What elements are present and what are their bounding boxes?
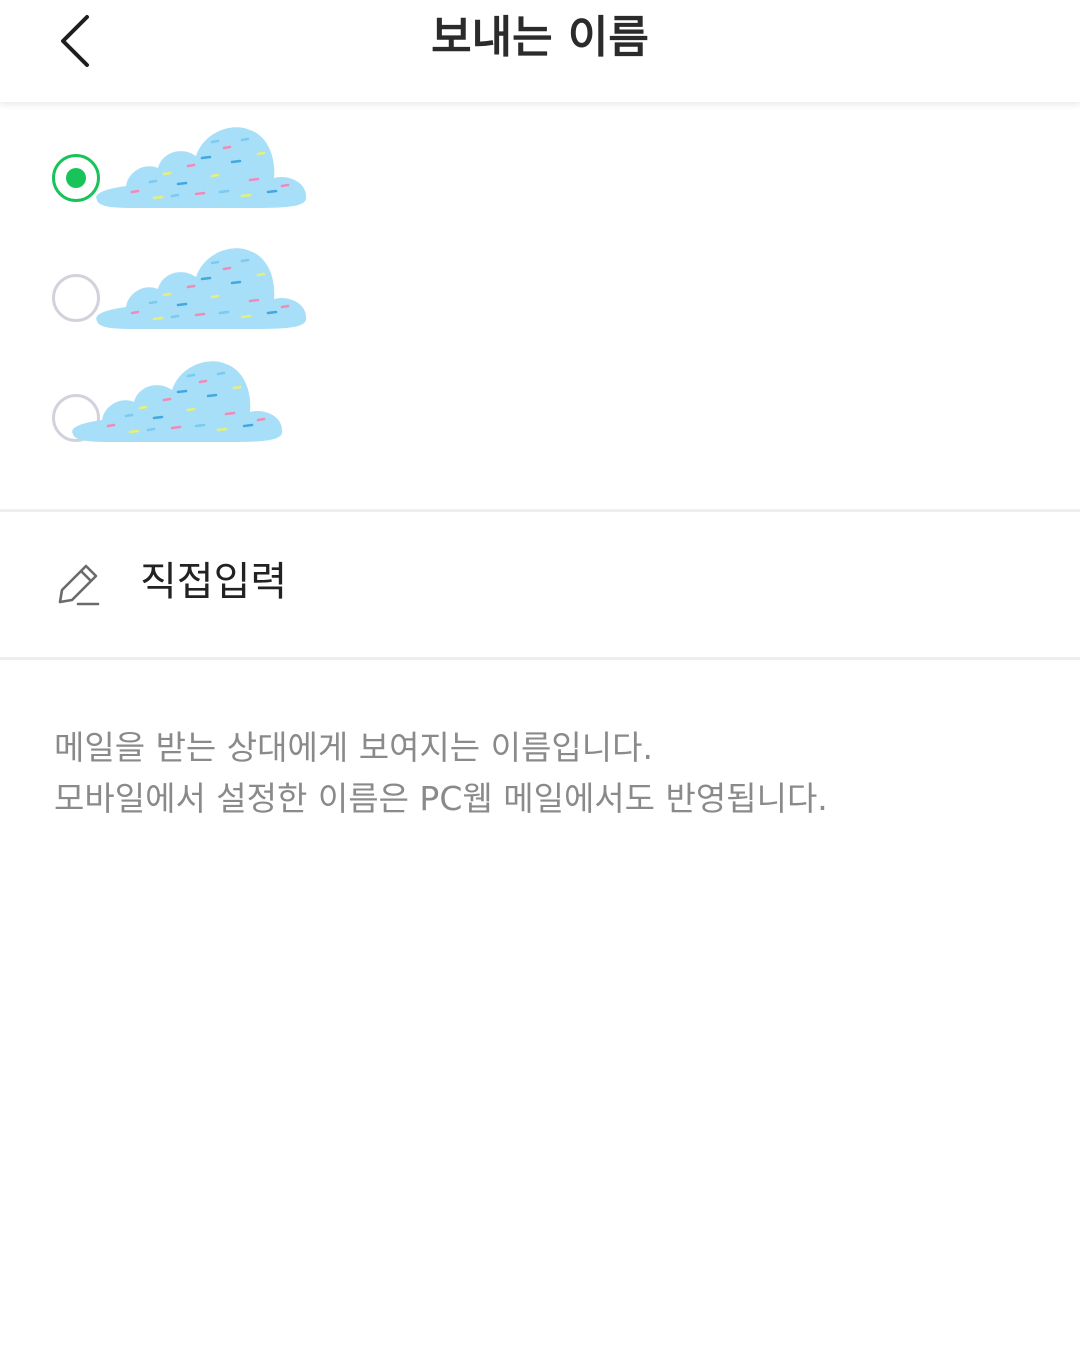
pencil-icon bbox=[58, 564, 100, 606]
back-button[interactable] bbox=[40, 0, 110, 78]
direct-input-label: 직접입력 bbox=[140, 559, 288, 605]
cloud-name-image bbox=[94, 125, 308, 208]
cloud-name-image bbox=[94, 246, 308, 329]
name-option-1[interactable] bbox=[0, 122, 1080, 232]
direct-input-row[interactable]: 직접입력 bbox=[0, 512, 1080, 658]
name-option-3[interactable] bbox=[0, 356, 1080, 466]
description-text: 메일을 받는 상대에게 보여지는 이름입니다. 모바일에서 설정한 이름은 PC… bbox=[54, 722, 1054, 824]
description-line-1: 메일을 받는 상대에게 보여지는 이름입니다. bbox=[54, 728, 653, 767]
page-title: 보내는 이름 bbox=[431, 12, 649, 63]
divider bbox=[0, 657, 1080, 660]
app-header: 보내는 이름 bbox=[0, 0, 1080, 102]
description-line-2: 모바일에서 설정한 이름은 PC웹 메일에서도 반영됩니다. bbox=[54, 779, 828, 818]
name-option-2[interactable] bbox=[0, 243, 1080, 353]
chevron-left-icon bbox=[61, 15, 89, 67]
cloud-name-image bbox=[70, 359, 284, 442]
